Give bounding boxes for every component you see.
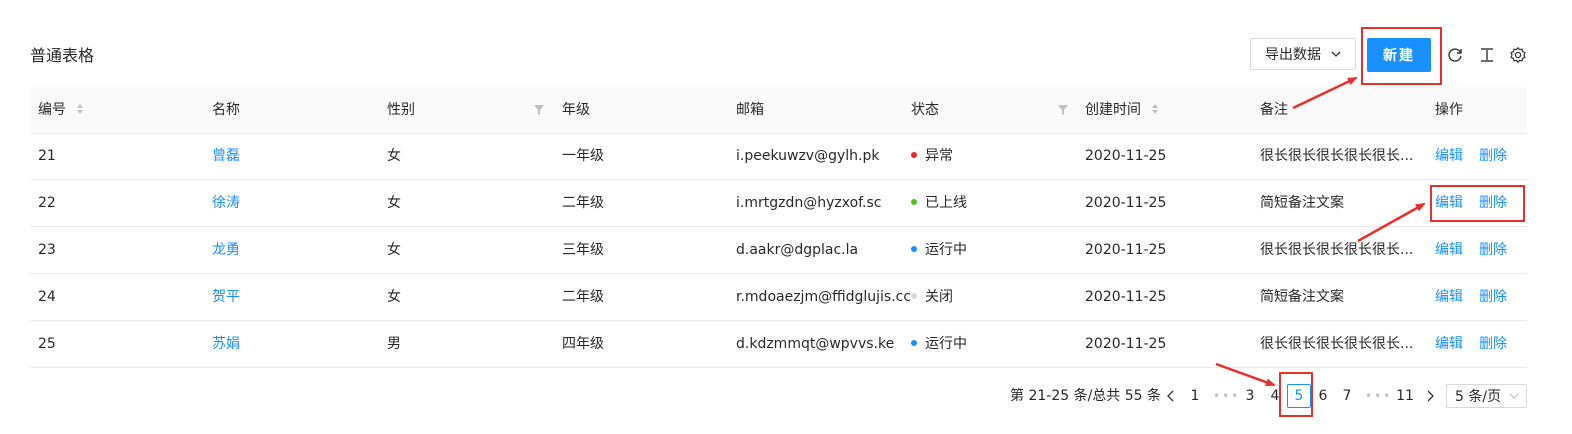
cell-name-link[interactable]: 苏娟 <box>212 321 240 367</box>
cell-name-link[interactable]: 龙勇 <box>212 227 240 273</box>
cell-gender: 女 <box>387 148 401 164</box>
cell-note: 很长很长很长很长很长... <box>1260 148 1414 164</box>
cell-note: 很长很长很长很长很长... <box>1260 336 1414 352</box>
page-item[interactable]: 7 <box>1339 384 1355 408</box>
cell-created: 2020-11-25 <box>1085 336 1167 352</box>
delete-link[interactable]: 删除 <box>1479 321 1507 367</box>
cell-created: 2020-11-25 <box>1085 289 1167 305</box>
cell-id: 23 <box>38 242 56 258</box>
status-dot <box>911 152 917 158</box>
annotation-box <box>1279 372 1313 417</box>
column-header-created[interactable]: 创建时间 <box>1085 87 1159 133</box>
cell-id: 24 <box>38 289 56 305</box>
cell-id: 25 <box>38 336 56 352</box>
cell-gender: 女 <box>387 242 401 258</box>
cell-name-link[interactable]: 徐涛 <box>212 180 240 226</box>
cell-id: 22 <box>38 195 56 211</box>
page-item[interactable]: 3 <box>1242 384 1258 408</box>
cell-created: 2020-11-25 <box>1085 148 1167 164</box>
cell-note: 很长很长很长很长很长... <box>1260 242 1414 258</box>
delete-link[interactable]: 删除 <box>1479 227 1507 273</box>
filter-icon[interactable] <box>533 104 545 116</box>
cell-created: 2020-11-25 <box>1085 242 1167 258</box>
page-item[interactable]: 11 <box>1394 384 1416 408</box>
export-data-button[interactable]: 导出数据 <box>1250 38 1356 70</box>
page-ellipsis[interactable]: ••• <box>1365 384 1392 408</box>
column-height-icon[interactable] <box>1478 46 1496 64</box>
column-header-name: 名称 <box>212 102 240 118</box>
edit-link[interactable]: 编辑 <box>1435 274 1463 320</box>
pagination-summary: 第 21-25 条/总共 55 条 <box>1010 388 1162 404</box>
status-dot <box>911 340 917 346</box>
cell-name-link[interactable]: 贺平 <box>212 274 240 320</box>
page-size-select[interactable]: 5 条/页 <box>1446 384 1527 408</box>
delete-link[interactable]: 删除 <box>1479 133 1507 179</box>
cell-status: 关闭 <box>911 274 953 320</box>
edit-link[interactable]: 编辑 <box>1435 227 1463 273</box>
chevron-down-icon <box>1331 51 1341 57</box>
page-size-label: 5 条/页 <box>1455 389 1502 405</box>
cell-created: 2020-11-25 <box>1085 195 1167 211</box>
cell-gender: 女 <box>387 195 401 211</box>
cell-status: 运行中 <box>911 227 967 273</box>
cell-email: d.kdzmmqt@wpvvs.ke <box>736 336 895 352</box>
cell-grade: 四年级 <box>562 336 604 352</box>
column-header-gender: 性别 <box>387 102 415 118</box>
cell-status: 运行中 <box>911 321 967 367</box>
cell-gender: 女 <box>387 289 401 305</box>
delete-link[interactable]: 删除 <box>1479 274 1507 320</box>
status-dot <box>911 293 917 299</box>
export-data-label: 导出数据 <box>1265 47 1321 63</box>
status-dot <box>911 246 917 252</box>
cell-status: 异常 <box>911 133 953 179</box>
page-item[interactable]: 1 <box>1187 384 1203 408</box>
column-header-status: 状态 <box>911 102 939 118</box>
page-ellipsis[interactable]: ••• <box>1213 384 1240 408</box>
cell-id: 21 <box>38 148 56 164</box>
cell-name-link[interactable]: 曾磊 <box>212 133 240 179</box>
chevron-left-icon[interactable] <box>1166 390 1176 402</box>
column-header-actions: 操作 <box>1435 102 1463 118</box>
column-header-id[interactable]: 编号 <box>38 87 84 133</box>
chevron-down-icon <box>1509 393 1519 399</box>
cell-email: i.mrtgzdn@hyzxof.sc <box>736 195 882 211</box>
table-header <box>30 87 1527 134</box>
cell-grade: 三年级 <box>562 242 604 258</box>
cell-email: r.mdoaezjm@ffidglujis.cc <box>736 289 912 305</box>
cell-gender: 男 <box>387 336 401 352</box>
annotation-box <box>1430 185 1525 222</box>
chevron-right-icon[interactable] <box>1425 390 1435 402</box>
column-header-email: 邮箱 <box>736 102 764 118</box>
column-header-note: 备注 <box>1260 102 1288 118</box>
edit-link[interactable]: 编辑 <box>1435 133 1463 179</box>
cell-grade: 二年级 <box>562 289 604 305</box>
cell-email: i.peekuwzv@gylh.pk <box>736 148 880 164</box>
cell-grade: 二年级 <box>562 195 604 211</box>
cell-note: 简短备注文案 <box>1260 195 1344 211</box>
annotation-box <box>1361 27 1442 85</box>
cell-email: d.aakr@dgplac.la <box>736 242 859 258</box>
reload-icon[interactable] <box>1446 46 1464 64</box>
status-dot <box>911 199 917 205</box>
page-title: 普通表格 <box>30 46 95 65</box>
edit-link[interactable]: 编辑 <box>1435 321 1463 367</box>
page-item[interactable]: 6 <box>1315 384 1331 408</box>
settings-icon[interactable] <box>1509 46 1527 64</box>
cell-note: 简短备注文案 <box>1260 289 1344 305</box>
sort-icon[interactable] <box>76 103 84 115</box>
sort-icon[interactable] <box>1151 103 1159 115</box>
filter-icon[interactable] <box>1057 104 1069 116</box>
column-header-grade: 年级 <box>562 102 590 118</box>
cell-status: 已上线 <box>911 180 967 226</box>
cell-grade: 一年级 <box>562 148 604 164</box>
